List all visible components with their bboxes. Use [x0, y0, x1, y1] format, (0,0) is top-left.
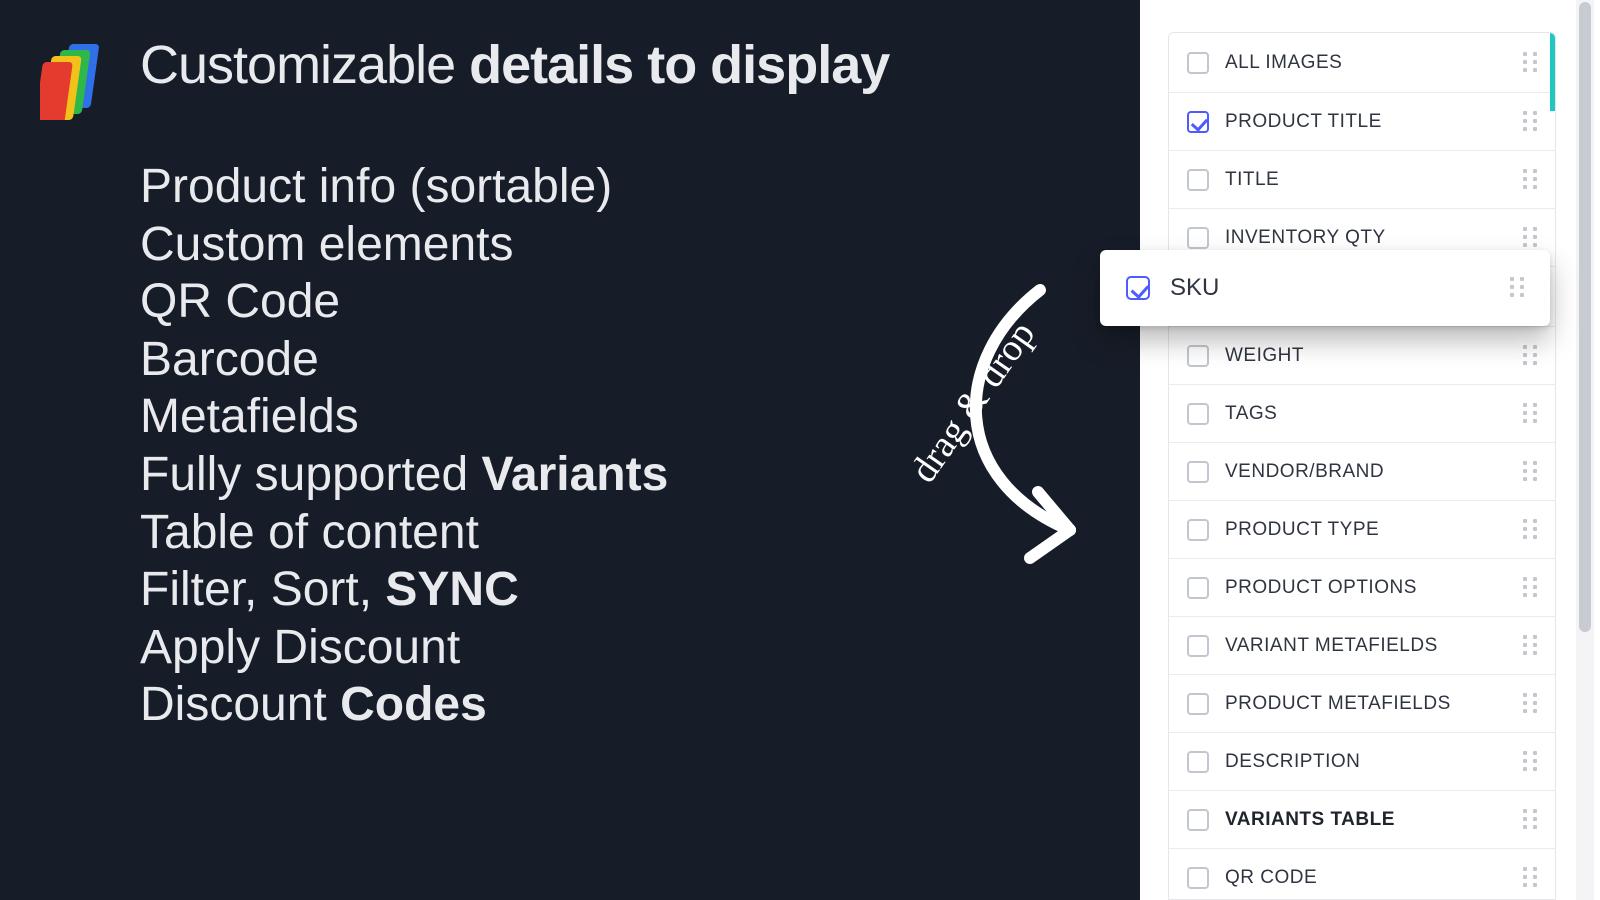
feature-line: Metafields	[140, 388, 1060, 446]
checkbox[interactable]	[1187, 635, 1209, 657]
row-label: ALL IMAGES	[1225, 52, 1507, 74]
checkbox[interactable]	[1187, 52, 1209, 74]
row-label: SKU	[1170, 274, 1490, 302]
drag-handle-icon[interactable]	[1523, 751, 1537, 773]
feature-line: Fully supported Variants	[140, 446, 1060, 504]
checkbox[interactable]	[1187, 111, 1209, 133]
marketing-copy: Customizable details to display Product …	[40, 34, 1060, 734]
checkbox[interactable]	[1187, 867, 1209, 889]
field-row[interactable]: PRODUCT METAFIELDS	[1169, 675, 1555, 733]
row-label: VARIANT METAFIELDS	[1225, 635, 1507, 657]
scrollbar[interactable]	[1576, 0, 1594, 900]
checkbox[interactable]	[1187, 519, 1209, 541]
row-label: WEIGHT	[1225, 345, 1507, 367]
field-row[interactable]: TITLE	[1169, 151, 1555, 209]
field-row[interactable]: ALL IMAGES	[1169, 33, 1555, 93]
drag-handle-icon[interactable]	[1523, 111, 1537, 133]
feature-line: Filter, Sort, SYNC	[140, 561, 1060, 619]
drag-handle-icon[interactable]	[1523, 693, 1537, 715]
checkbox[interactable]	[1187, 693, 1209, 715]
drag-handle-icon[interactable]	[1523, 577, 1537, 599]
field-row[interactable]: DESCRIPTION	[1169, 733, 1555, 791]
feature-line: Discount Codes	[140, 676, 1060, 734]
row-label: PRODUCT TYPE	[1225, 519, 1507, 541]
drag-handle-icon[interactable]	[1523, 345, 1537, 367]
checkbox[interactable]	[1187, 403, 1209, 425]
drag-handle-icon[interactable]	[1523, 867, 1537, 889]
checkbox[interactable]	[1187, 345, 1209, 367]
field-row[interactable]: PRODUCT TITLE	[1169, 93, 1555, 151]
drag-handle-icon[interactable]	[1523, 519, 1537, 541]
row-label: TAGS	[1225, 403, 1507, 425]
dragging-row-sku[interactable]: SKU	[1100, 250, 1550, 326]
feature-line: Apply Discount	[140, 619, 1060, 677]
row-label: VENDOR/BRAND	[1225, 461, 1507, 483]
field-row[interactable]: VARIANTS TABLE	[1169, 791, 1555, 849]
drag-handle-icon[interactable]	[1523, 403, 1537, 425]
checkbox[interactable]	[1187, 751, 1209, 773]
checkbox[interactable]	[1187, 809, 1209, 831]
feature-list: Product info (sortable)Custom elementsQR…	[140, 158, 1060, 734]
checkbox[interactable]	[1126, 276, 1150, 300]
drag-handle-icon[interactable]	[1523, 635, 1537, 657]
feature-line: Barcode	[140, 331, 1060, 389]
feature-line: Table of content	[140, 504, 1060, 562]
detail-fields-wrap: ALL IMAGES PRODUCT TITLE TITLE INVENTORY QT…	[1140, 0, 1600, 900]
row-label: QR CODE	[1225, 867, 1507, 889]
drag-handle-icon[interactable]	[1523, 227, 1537, 249]
field-row[interactable]: VARIANT METAFIELDS	[1169, 617, 1555, 675]
drag-handle-icon[interactable]	[1523, 809, 1537, 831]
scrollbar-thumb[interactable]	[1579, 2, 1591, 632]
row-label: DESCRIPTION	[1225, 751, 1507, 773]
row-label: VARIANTS TABLE	[1225, 809, 1507, 831]
row-label: INVENTORY QTY	[1225, 227, 1507, 249]
row-label: PRODUCT OPTIONS	[1225, 577, 1507, 599]
field-row[interactable]: QR CODE	[1169, 849, 1555, 900]
headline: Customizable details to display	[140, 34, 1060, 96]
detail-fields-panel[interactable]: ALL IMAGES PRODUCT TITLE TITLE INVENTORY QT…	[1168, 32, 1556, 900]
field-row[interactable]: TAGS	[1169, 385, 1555, 443]
feature-line: Product info (sortable)	[140, 158, 1060, 216]
checkbox[interactable]	[1187, 227, 1209, 249]
app-logo-icon	[40, 40, 110, 120]
drag-handle-icon[interactable]	[1523, 52, 1537, 74]
feature-line: Custom elements	[140, 216, 1060, 274]
row-label: TITLE	[1225, 169, 1507, 191]
field-row[interactable]: WEIGHT	[1169, 327, 1555, 385]
row-label: PRODUCT TITLE	[1225, 111, 1507, 133]
checkbox[interactable]	[1187, 461, 1209, 483]
drag-handle-icon[interactable]	[1510, 277, 1524, 299]
field-row[interactable]: VENDOR/BRAND	[1169, 443, 1555, 501]
drag-handle-icon[interactable]	[1523, 169, 1537, 191]
drag-handle-icon[interactable]	[1523, 461, 1537, 483]
checkbox[interactable]	[1187, 169, 1209, 191]
feature-line: QR Code	[140, 273, 1060, 331]
headline-pre: Customizable	[140, 35, 469, 95]
field-row[interactable]: PRODUCT OPTIONS	[1169, 559, 1555, 617]
field-row[interactable]: PRODUCT TYPE	[1169, 501, 1555, 559]
row-label: PRODUCT METAFIELDS	[1225, 693, 1507, 715]
headline-bold: details to display	[469, 35, 889, 95]
checkbox[interactable]	[1187, 577, 1209, 599]
